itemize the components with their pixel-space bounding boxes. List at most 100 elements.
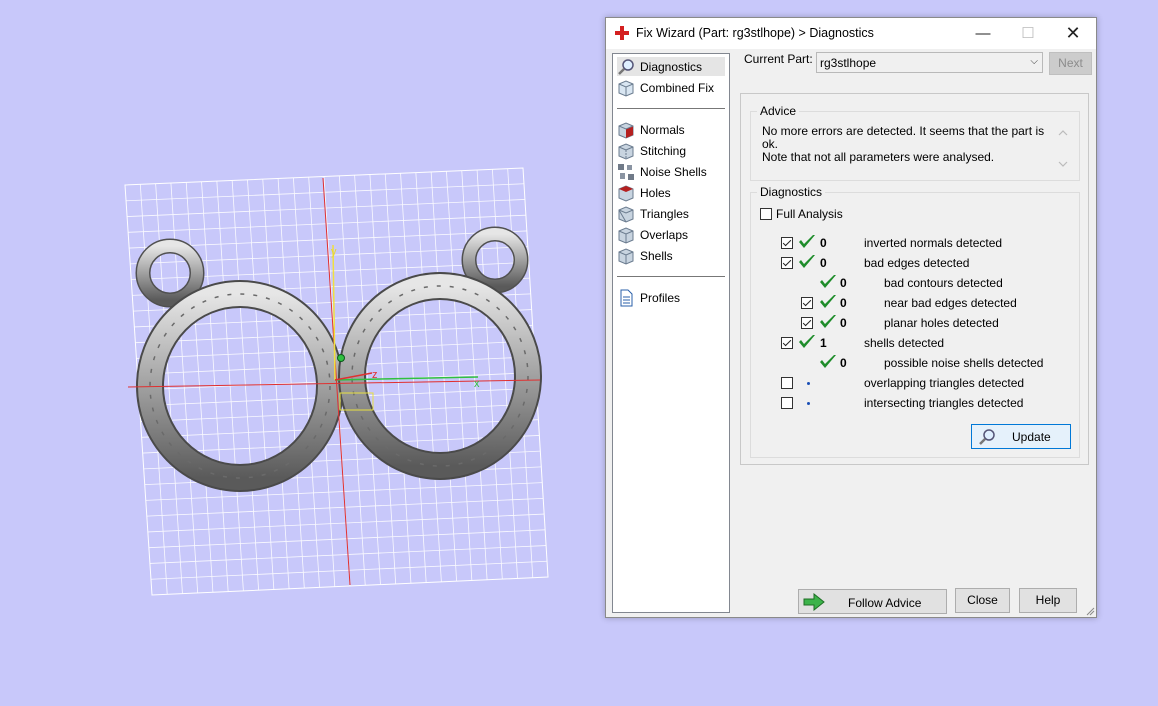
x-axis-label: x (474, 378, 480, 390)
stitching-cube-icon (618, 142, 634, 160)
row-checkbox-planar-holes[interactable] (801, 317, 813, 329)
not-analysed-dot-icon (807, 402, 810, 405)
shells-count: 1 (820, 336, 827, 350)
nav-divider (617, 108, 725, 109)
near-bad-edges-label: near bad edges detected (884, 296, 1017, 310)
intersecting-triangles-label: intersecting triangles detected (864, 396, 1024, 410)
check-ok-icon (820, 355, 836, 368)
follow-advice-label: Follow Advice (848, 596, 922, 610)
nav-item-holes[interactable]: Holes (617, 183, 725, 202)
planar-holes-count: 0 (840, 316, 847, 330)
row-checkbox-inverted-normals[interactable] (781, 237, 793, 249)
profiles-document-icon (620, 289, 633, 306)
nav-divider (617, 276, 725, 277)
check-ok-icon (799, 335, 815, 348)
full-analysis-checkbox[interactable] (760, 208, 772, 220)
title-bar[interactable]: Fix Wizard (Part: rg3stlhope) > Diagnost… (606, 18, 1096, 49)
red-cross-icon (615, 26, 629, 40)
update-label: Update (1012, 430, 1051, 444)
nav-item-combined-fix[interactable]: Combined Fix (617, 78, 725, 97)
3d-viewport[interactable]: y x z (0, 0, 600, 703)
nav-item-overlaps[interactable]: Overlaps (617, 225, 725, 244)
nav-item-stitching[interactable]: Stitching (617, 141, 725, 160)
nav-item-label: Noise Shells (640, 164, 707, 179)
magnifier-icon (618, 58, 634, 75)
y-axis-label: y (331, 246, 337, 258)
nav-item-label: Holes (640, 185, 671, 200)
holes-cube-icon (618, 184, 634, 202)
nav-item-label: Stitching (640, 143, 687, 158)
diagnostics-panel: Advice No more errors are detected. It s… (740, 93, 1089, 465)
row-checkbox-overlapping-triangles[interactable] (781, 377, 793, 389)
z-axis-label: z (372, 369, 378, 381)
row-checkbox-bad-edges[interactable] (781, 257, 793, 269)
row-checkbox-near-bad-edges[interactable] (801, 297, 813, 309)
nav-item-label: Triangles (640, 206, 689, 221)
nav-item-label: Shells (640, 248, 673, 263)
check-ok-icon (799, 255, 815, 268)
noise-shells-count: 0 (840, 356, 847, 370)
close-window-button[interactable]: ✕ (1050, 18, 1096, 49)
advice-title: Advice (757, 104, 800, 118)
not-analysed-dot-icon (807, 382, 810, 385)
overlaps-cube-icon (618, 226, 634, 244)
magnifier-icon (979, 429, 995, 445)
advice-text: No more errors are detected. It seems th… (762, 125, 1052, 164)
current-part-label: Current Part: (744, 52, 813, 66)
check-ok-icon (820, 275, 836, 288)
current-part-value: rg3stlhope (820, 56, 877, 70)
nav-item-normals[interactable]: Normals (617, 120, 725, 139)
follow-advice-button[interactable]: Follow Advice (798, 589, 947, 614)
nav-item-diagnostics[interactable]: Diagnostics (617, 57, 725, 76)
near-bad-edges-count: 0 (840, 296, 847, 310)
help-button[interactable]: Help (1019, 588, 1077, 613)
shells-cube-icon (618, 247, 634, 265)
fix-wizard-window: Fix Wizard (Part: rg3stlhope) > Diagnost… (605, 17, 1097, 618)
nav-item-label: Overlaps (640, 227, 689, 242)
row-checkbox-intersecting-triangles[interactable] (781, 397, 793, 409)
window-title: Fix Wizard (Part: rg3stlhope) > Diagnost… (636, 26, 874, 40)
nav-item-noise-shells[interactable]: Noise Shells (617, 162, 725, 181)
update-button[interactable]: Update (971, 424, 1071, 449)
wizard-nav: Diagnostics Combined Fix Normals Stitchi… (612, 53, 730, 613)
current-part-dropdown[interactable]: rg3stlhope ⌵ (816, 52, 1043, 73)
check-ok-icon (820, 315, 836, 328)
maximize-button[interactable]: ☐ (1005, 18, 1051, 49)
check-ok-icon (820, 295, 836, 308)
nav-item-label: Normals (640, 122, 685, 137)
shells-label: shells detected (864, 336, 945, 350)
diagnostics-title: Diagnostics (757, 185, 826, 199)
row-checkbox-shells[interactable] (781, 337, 793, 349)
advice-group: Advice No more errors are detected. It s… (750, 104, 1080, 181)
noise-shells-label: possible noise shells detected (884, 356, 1044, 370)
triangles-cube-icon (618, 205, 634, 223)
cube-icon (618, 79, 634, 97)
advice-line-2: Note that not all parameters were analys… (762, 150, 995, 164)
close-button[interactable]: Close (955, 588, 1010, 613)
nav-item-label: Combined Fix (640, 80, 715, 95)
nav-item-label: Profiles (640, 290, 681, 305)
inverted-normals-label: inverted normals detected (864, 236, 1003, 250)
overlapping-triangles-label: overlapping triangles detected (864, 376, 1025, 390)
nav-item-label: Diagnostics (640, 59, 703, 74)
noise-shells-icon (618, 163, 634, 180)
nav-item-profiles[interactable]: Profiles (617, 288, 725, 307)
bad-edges-count: 0 (820, 256, 827, 270)
minimize-button[interactable]: — (960, 18, 1006, 49)
next-button[interactable]: Next (1049, 52, 1092, 75)
normals-cube-icon (618, 121, 634, 139)
green-arrow-icon (803, 593, 825, 611)
viewport-canvas[interactable]: y x z (0, 0, 600, 703)
planar-holes-label: planar holes detected (884, 316, 999, 330)
full-analysis-label: Full Analysis (776, 207, 843, 221)
inverted-normals-count: 0 (820, 236, 827, 250)
bad-contours-label: bad contours detected (884, 276, 1003, 290)
resize-grip-icon[interactable] (1085, 606, 1095, 616)
chevron-down-icon: ⌵ (1030, 56, 1038, 67)
bad-contours-count: 0 (840, 276, 847, 290)
advice-scrollbar[interactable] (1055, 125, 1071, 172)
check-ok-icon (799, 235, 815, 248)
nav-item-shells[interactable]: Shells (617, 246, 725, 265)
bad-edges-label: bad edges detected (864, 256, 970, 270)
nav-item-triangles[interactable]: Triangles (617, 204, 725, 223)
